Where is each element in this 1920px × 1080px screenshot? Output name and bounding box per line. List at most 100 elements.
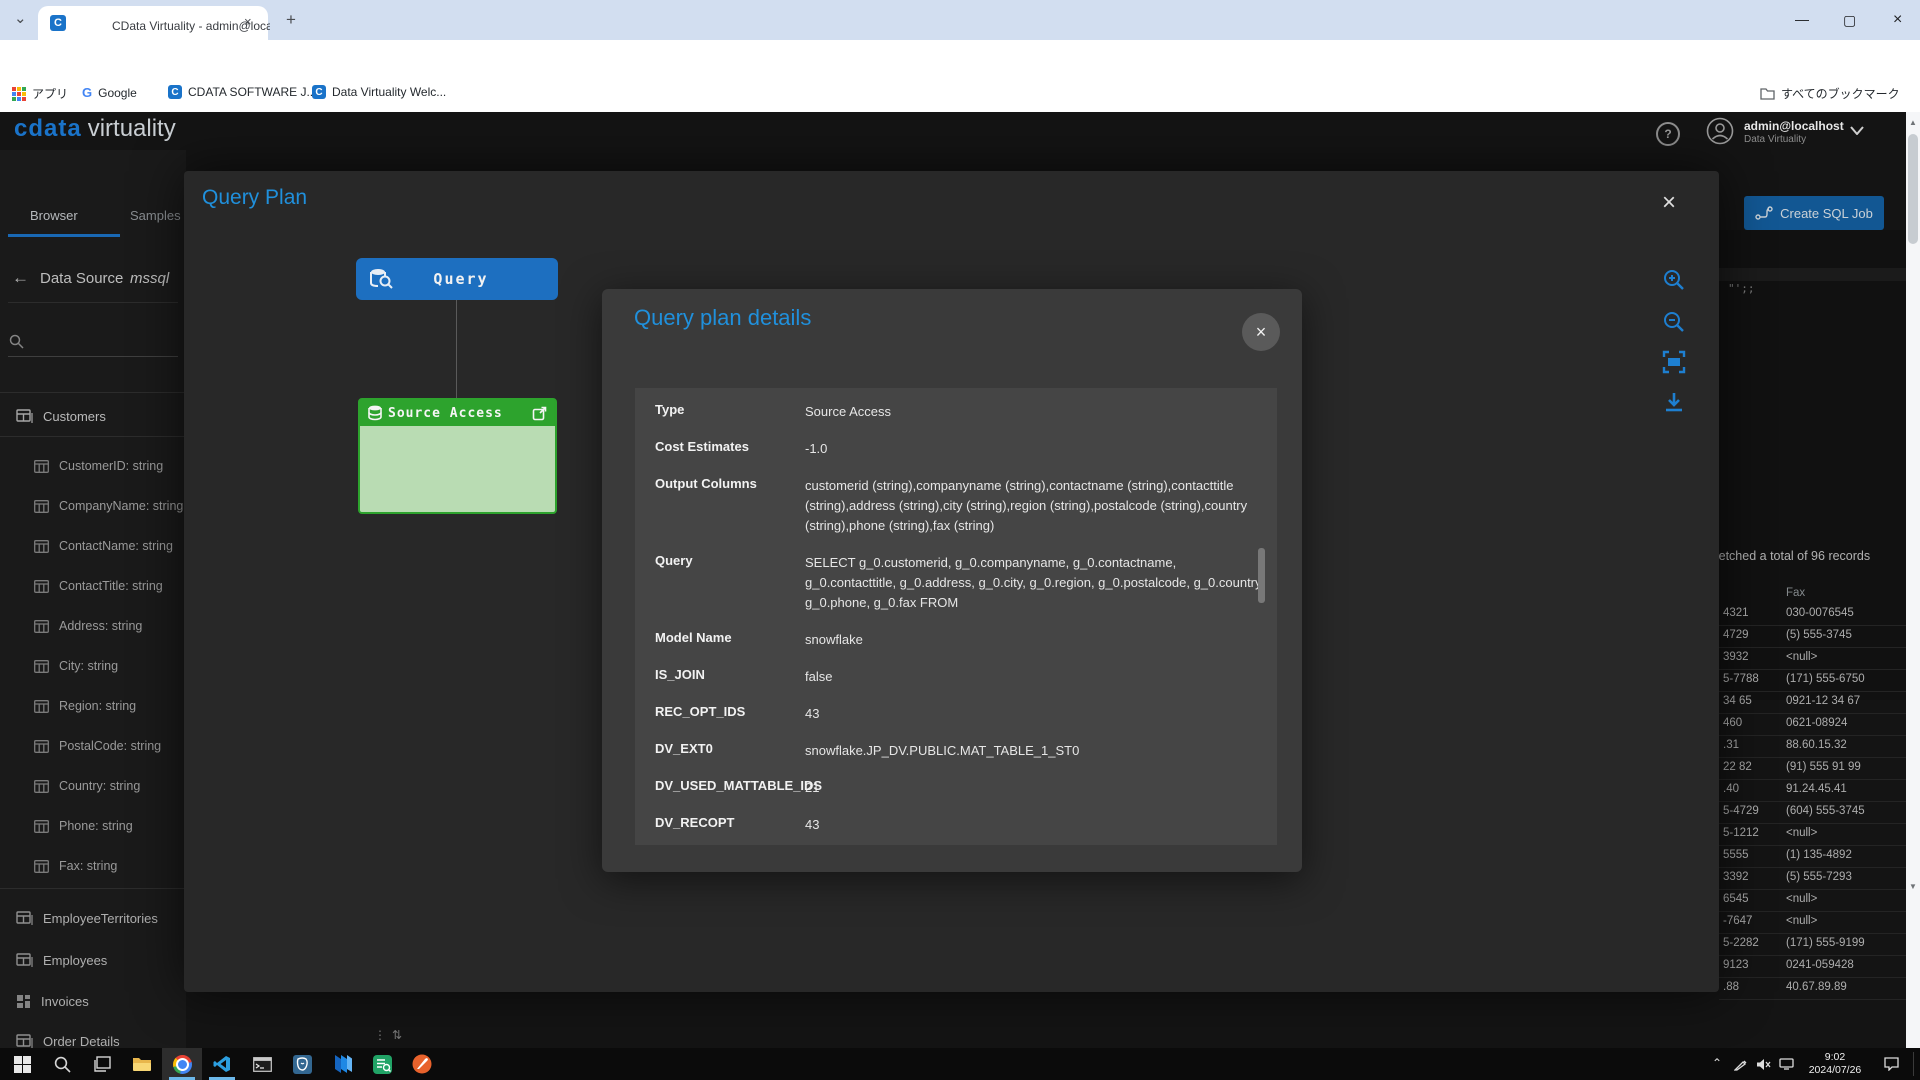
ime-pen-icon[interactable] xyxy=(1734,1058,1747,1071)
details-row-label: Type xyxy=(655,402,684,417)
download-icon[interactable] xyxy=(1662,390,1686,414)
bookmarks-bar: アプリ G Google C CDATA SOFTWARE J... C Dat… xyxy=(0,76,1920,113)
windows-logo-icon xyxy=(14,1056,31,1073)
network-display-icon[interactable] xyxy=(1779,1058,1794,1070)
zoom-out-icon[interactable] xyxy=(1662,310,1686,334)
terminal-button[interactable] xyxy=(242,1048,282,1080)
hidden-icons-chevron[interactable]: ⌃ xyxy=(1712,1056,1722,1070)
external-link-icon[interactable] xyxy=(532,406,547,421)
tab-search-icon[interactable]: ⌄ xyxy=(14,11,27,26)
details-row-label: DV_USED_MATTABLE_IDS xyxy=(655,778,822,793)
user-avatar-icon[interactable] xyxy=(1706,117,1734,145)
speaker-mute-icon[interactable] xyxy=(1756,1058,1771,1071)
cdata-favicon-icon: C xyxy=(50,15,66,31)
logo-cdata: cdata xyxy=(14,115,82,142)
cdata-favicon-icon: C xyxy=(312,85,326,99)
source-access-label: Source Access xyxy=(388,406,526,421)
new-tab-button[interactable]: + xyxy=(286,11,296,28)
database-icon xyxy=(368,405,382,421)
details-row: DV_EXT0 snowflake.JP_DV.PUBLIC.MAT_TABLE… xyxy=(655,741,1253,761)
browser-tab[interactable]: C CData Virtuality - admin@locall × xyxy=(38,6,268,40)
source-access-body xyxy=(360,426,555,438)
details-scrollbar-thumb[interactable] xyxy=(1258,548,1265,603)
bookmark-data-virtuality[interactable]: C Data Virtuality Welc... xyxy=(312,85,446,99)
details-row: DV_USED_MATTABLE_IDS 21 xyxy=(655,778,1253,798)
database-query-icon xyxy=(368,267,394,291)
notification-center-icon[interactable] xyxy=(1884,1057,1899,1071)
zoom-in-icon[interactable] xyxy=(1662,268,1686,292)
query-plan-node-source-access[interactable]: Source Access xyxy=(358,398,557,514)
logo-virtuality: virtuality xyxy=(88,115,176,142)
details-row-value: customerid (string),companyname (string)… xyxy=(805,476,1267,536)
bookmark-cdata[interactable]: C CDATA SOFTWARE J... xyxy=(168,85,316,99)
details-row: Model Name snowflake xyxy=(655,630,1253,650)
screen: ⌄ C CData Virtuality - admin@locall × + … xyxy=(0,0,1920,1080)
details-row: Type Source Access xyxy=(655,402,1253,422)
bookmark-label: CDATA SOFTWARE J... xyxy=(188,85,316,99)
window-minimize-button[interactable]: — xyxy=(1795,11,1809,27)
layers-app-button[interactable] xyxy=(322,1048,362,1080)
browser-toolbar: ← → ↻ ⓘ localhost:8080/account/#/u/0/edi… xyxy=(0,40,1920,76)
postgresql-button[interactable] xyxy=(282,1048,322,1080)
details-row: Cost Estimates -1.0 xyxy=(655,439,1253,459)
cdata-favicon-icon: C xyxy=(168,85,182,99)
help-icon[interactable]: ? xyxy=(1656,122,1680,146)
all-bookmarks-button[interactable]: すべてのブックマーク xyxy=(1760,85,1900,102)
tab-close-icon[interactable]: × xyxy=(244,15,252,28)
details-close-button[interactable]: × xyxy=(1242,313,1280,351)
details-row-label: REC_OPT_IDS xyxy=(655,704,745,719)
user-name[interactable]: admin@localhost xyxy=(1744,119,1844,133)
chrome-icon xyxy=(173,1055,192,1074)
task-view-icon xyxy=(94,1056,111,1073)
details-row-label: Cost Estimates xyxy=(655,439,749,454)
vscode-icon xyxy=(213,1055,231,1073)
apps-grid-icon xyxy=(12,87,26,101)
window-maximize-button[interactable]: ▢ xyxy=(1843,12,1856,29)
modal-close-icon[interactable]: × xyxy=(1662,191,1676,215)
bookmark-apps[interactable]: アプリ xyxy=(12,85,68,102)
details-row-value: 43 xyxy=(805,815,1267,835)
details-row-label: DV_EXT0 xyxy=(655,741,713,756)
chevron-down-icon[interactable] xyxy=(1850,126,1864,135)
details-row: DV_RECOPT 43 xyxy=(655,815,1253,835)
details-row-value: SELECT g_0.customerid, g_0.companyname, … xyxy=(805,553,1267,613)
chrome-button[interactable] xyxy=(162,1048,202,1080)
details-row-value: 43 xyxy=(805,704,1267,724)
vscode-button[interactable] xyxy=(202,1048,242,1080)
search-icon xyxy=(54,1056,71,1073)
start-button[interactable] xyxy=(2,1048,42,1080)
window-close-button[interactable]: × xyxy=(1893,11,1902,29)
scroll-down-icon[interactable]: ▼ xyxy=(1909,882,1917,891)
query-plan-details-dialog: Query plan details × Type Source Access … xyxy=(602,289,1302,872)
file-explorer-button[interactable] xyxy=(122,1048,162,1080)
clock-date: 2024/07/26 xyxy=(1798,1064,1872,1077)
scrollbar-thumb[interactable] xyxy=(1908,134,1918,244)
query-plan-node-query[interactable]: Query xyxy=(356,258,558,300)
orange-pen-icon xyxy=(412,1054,432,1074)
page-scrollbar[interactable]: ▲ ▼ xyxy=(1906,112,1920,1048)
spreadsheet-app-button[interactable] xyxy=(362,1048,402,1080)
query-node-label: Query xyxy=(394,270,528,288)
details-card: Type Source Access Cost Estimates -1.0 O… xyxy=(635,388,1277,845)
app-logo[interactable]: cdatavirtuality xyxy=(14,115,176,143)
task-view-button[interactable] xyxy=(82,1048,122,1080)
folder-icon xyxy=(1760,87,1775,100)
bookmark-google[interactable]: G Google xyxy=(82,85,137,100)
taskbar-search-button[interactable] xyxy=(42,1048,82,1080)
google-g-icon: G xyxy=(82,85,92,100)
details-row-label: Output Columns xyxy=(655,476,757,491)
plan-connector-line xyxy=(456,300,457,398)
fit-to-screen-icon[interactable] xyxy=(1662,350,1686,374)
details-row-value: 21 xyxy=(805,778,1267,798)
terminal-icon xyxy=(253,1057,272,1072)
scroll-up-icon[interactable]: ▲ xyxy=(1909,118,1917,127)
details-row: IS_JOIN false xyxy=(655,667,1253,687)
bookmark-label: Data Virtuality Welc... xyxy=(332,85,446,99)
details-row: REC_OPT_IDS 43 xyxy=(655,704,1253,724)
dbeaver-app-button[interactable] xyxy=(402,1048,442,1080)
show-desktop-divider[interactable] xyxy=(1913,1052,1914,1076)
bookmark-label: Google xyxy=(98,86,137,100)
taskbar-clock[interactable]: 9:02 2024/07/26 xyxy=(1798,1051,1872,1077)
details-row-value: snowflake.JP_DV.PUBLIC.MAT_TABLE_1_ST0 xyxy=(805,741,1267,761)
details-row-value: Source Access xyxy=(805,402,1267,422)
